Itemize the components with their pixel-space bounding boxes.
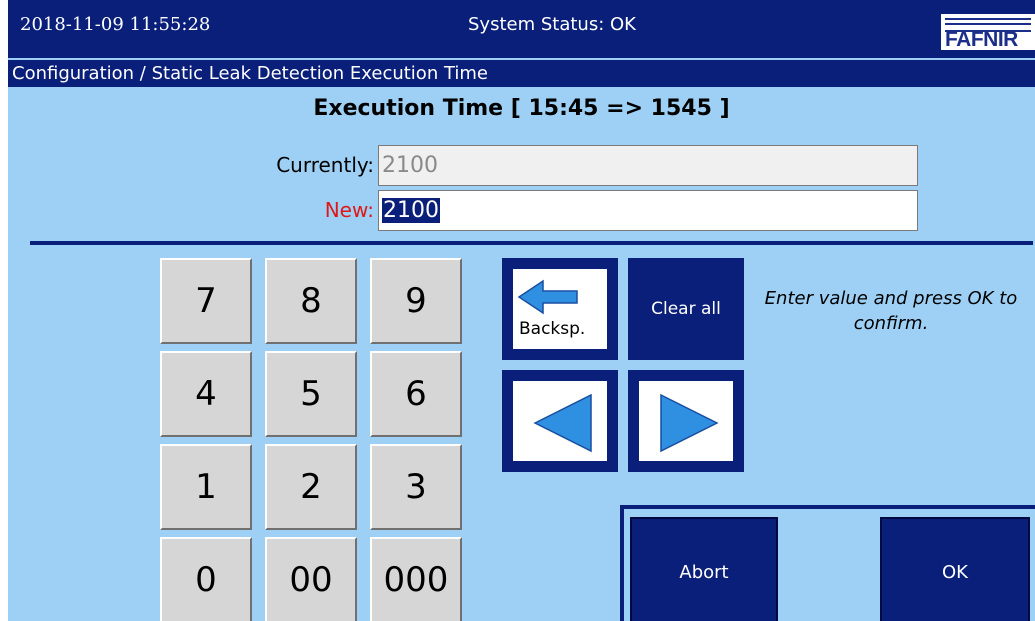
triangle-left-icon — [533, 393, 592, 453]
key-4[interactable]: 4 — [160, 351, 252, 437]
backspace-face: Backsp. — [513, 269, 607, 349]
hmi-screen: 2018-11-09 11:55:28 System Status: OK FA… — [8, 0, 1035, 621]
cursor-left-button[interactable] — [502, 370, 618, 472]
key-3[interactable]: 3 — [370, 444, 462, 530]
fafnir-logo: FAFNIR — [941, 14, 1035, 50]
backspace-button[interactable]: Backsp. — [502, 258, 618, 360]
cursor-right-face — [639, 381, 733, 461]
page-title: Execution Time [ 15:45 => 1545 ] — [313, 96, 730, 121]
key-7[interactable]: 7 — [160, 258, 252, 344]
backspace-label: Backsp. — [519, 319, 586, 339]
backspace-arrow-icon — [517, 279, 578, 315]
key-00[interactable]: 00 — [265, 537, 357, 621]
cursor-right-button[interactable] — [628, 370, 744, 472]
key-2[interactable]: 2 — [265, 444, 357, 530]
key-0[interactable]: 0 — [160, 537, 252, 621]
logo-text: FAFNIR — [945, 28, 1018, 50]
new-value-selected-text: 2100 — [382, 198, 440, 223]
key-6[interactable]: 6 — [370, 351, 462, 437]
key-5[interactable]: 5 — [265, 351, 357, 437]
ok-button[interactable]: OK — [880, 517, 1030, 621]
clear-all-button[interactable]: Clear all — [628, 258, 744, 360]
key-9[interactable]: 9 — [370, 258, 462, 344]
abort-button[interactable]: Abort — [630, 517, 778, 621]
system-status: System Status: OK — [468, 14, 636, 35]
datetime: 2018-11-09 11:55:28 — [20, 14, 211, 35]
new-value-input[interactable]: 2100 — [378, 190, 918, 231]
cursor-left-face — [513, 381, 607, 461]
key-000[interactable]: 000 — [370, 537, 462, 621]
new-value-label: New: — [324, 198, 374, 222]
key-8[interactable]: 8 — [265, 258, 357, 344]
current-value-label: Currently: — [276, 153, 374, 177]
breadcrumb: Configuration / Static Leak Detection Ex… — [8, 60, 1035, 87]
key-1[interactable]: 1 — [160, 444, 252, 530]
current-value-field: 2100 — [378, 145, 918, 186]
top-status-bar: 2018-11-09 11:55:28 System Status: OK FA… — [8, 0, 1035, 58]
triangle-right-icon — [660, 393, 719, 453]
divider — [30, 241, 1033, 245]
instruction-hint: Enter value and press OK to confirm. — [764, 288, 1018, 334]
